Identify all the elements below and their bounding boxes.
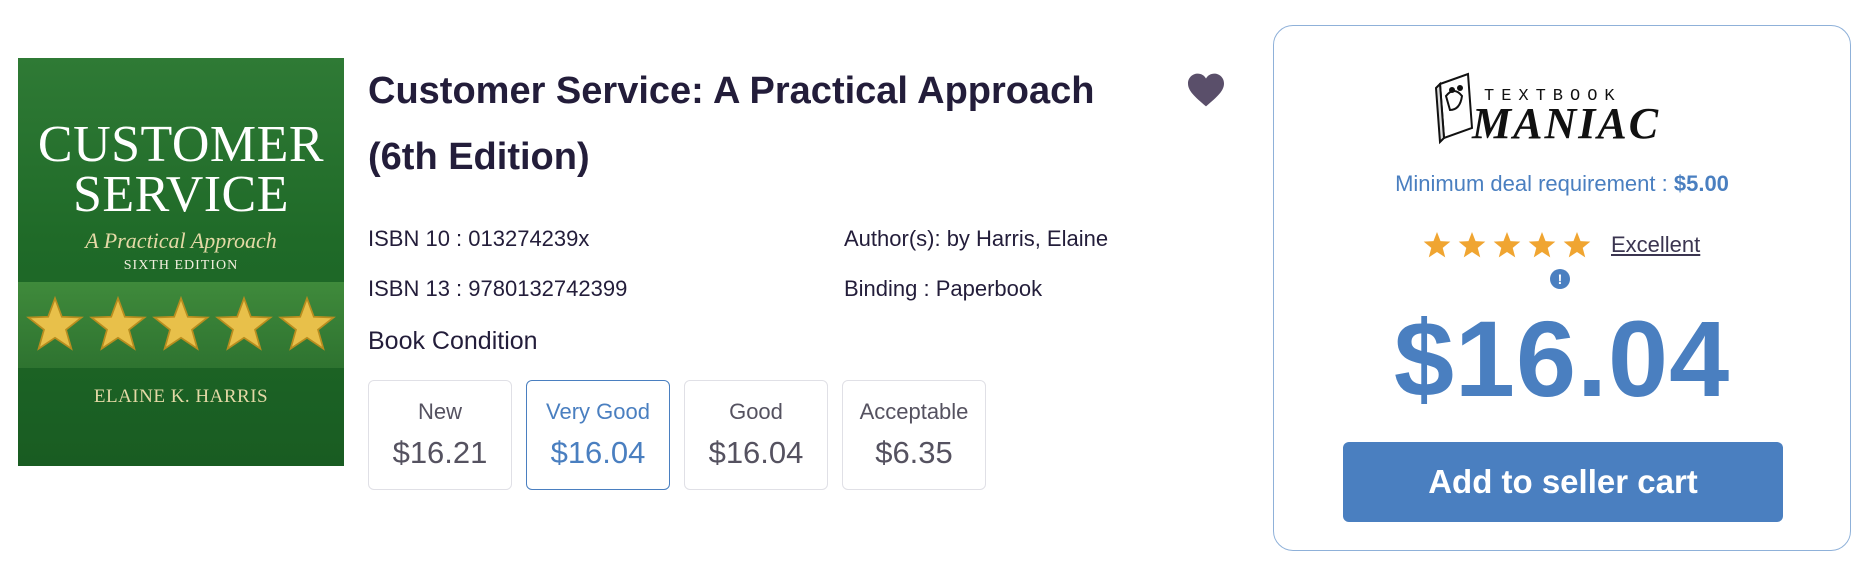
condition-option-new[interactable]: New $16.21 — [368, 380, 512, 490]
rating-star-icon — [1423, 232, 1451, 258]
cover-star-icon — [277, 296, 336, 351]
book-cover: CUSTOMER SERVICE A Practical Approach SI… — [18, 58, 344, 466]
add-to-seller-cart-button[interactable]: Add to seller cart — [1343, 442, 1783, 522]
cover-title: CUSTOMER SERVICE — [18, 116, 344, 223]
book-author: Author(s): by Harris, Elaine — [844, 226, 1109, 251]
cover-edition: SIXTH EDITION — [123, 258, 239, 273]
heart-icon[interactable] — [1186, 72, 1226, 108]
seller-rating: Excellent — [1422, 230, 1700, 260]
condition-name: Acceptable — [859, 399, 969, 424]
cover-star-icon — [214, 296, 273, 351]
min-deal-value: $5.00 — [1673, 171, 1729, 196]
cover-star-icon — [89, 296, 148, 351]
cover-star-band — [18, 282, 344, 368]
isbn-10: ISBN 10 : 013274239x — [368, 226, 590, 251]
condition-option-acceptable[interactable]: Acceptable $6.35 — [842, 380, 986, 490]
condition-price: $16.21 — [392, 435, 488, 470]
condition-option-very-good[interactable]: Very Good $16.04 — [526, 380, 670, 490]
condition-options: New $16.21 Very Good $16.04 Good $16.04 … — [368, 380, 986, 490]
seller-logo: TEXTBOOK MANIAC — [1434, 72, 1660, 146]
logo-text-main: MANIAC — [1471, 99, 1660, 146]
cover-star-icon — [152, 296, 210, 351]
min-deal-label: Minimum deal requirement : — [1395, 171, 1668, 196]
condition-price: $16.04 — [708, 435, 804, 470]
rating-stars — [1422, 230, 1597, 260]
isbn-13: ISBN 13 : 9780132742399 — [368, 276, 628, 301]
condition-heading: Book Condition — [368, 327, 538, 355]
rating-star-icon — [1493, 232, 1521, 258]
seller-price: $16.04 — [1393, 298, 1731, 419]
condition-option-good[interactable]: Good $16.04 — [684, 380, 828, 490]
minimum-deal: Minimum deal requirement : $5.00 — [1274, 171, 1850, 197]
cover-title-line2: SERVICE — [72, 166, 290, 223]
cover-title-line1: CUSTOMER — [37, 116, 325, 173]
condition-name: Very Good — [546, 399, 650, 424]
book-title: Customer Service: A Practical Approach (… — [368, 70, 1095, 178]
rating-star-icon — [1563, 232, 1591, 258]
rating-link[interactable]: Excellent — [1611, 232, 1700, 258]
info-alert-icon[interactable]: ! — [1550, 269, 1570, 289]
condition-price: $16.04 — [550, 435, 646, 470]
book-binding: Binding : Paperbook — [844, 276, 1043, 301]
cover-author: ELAINE K. HARRIS — [93, 386, 269, 407]
rating-star-icon — [1458, 232, 1486, 258]
cover-subtitle: A Practical Approach — [85, 228, 277, 253]
condition-price: $6.35 — [875, 435, 953, 470]
cover-star-icon — [26, 296, 85, 351]
condition-name: Good — [729, 399, 783, 424]
rating-star-icon — [1528, 232, 1556, 258]
seller-panel: TEXTBOOK MANIAC Minimum deal requirement… — [1273, 25, 1851, 551]
condition-name: New — [417, 399, 462, 424]
